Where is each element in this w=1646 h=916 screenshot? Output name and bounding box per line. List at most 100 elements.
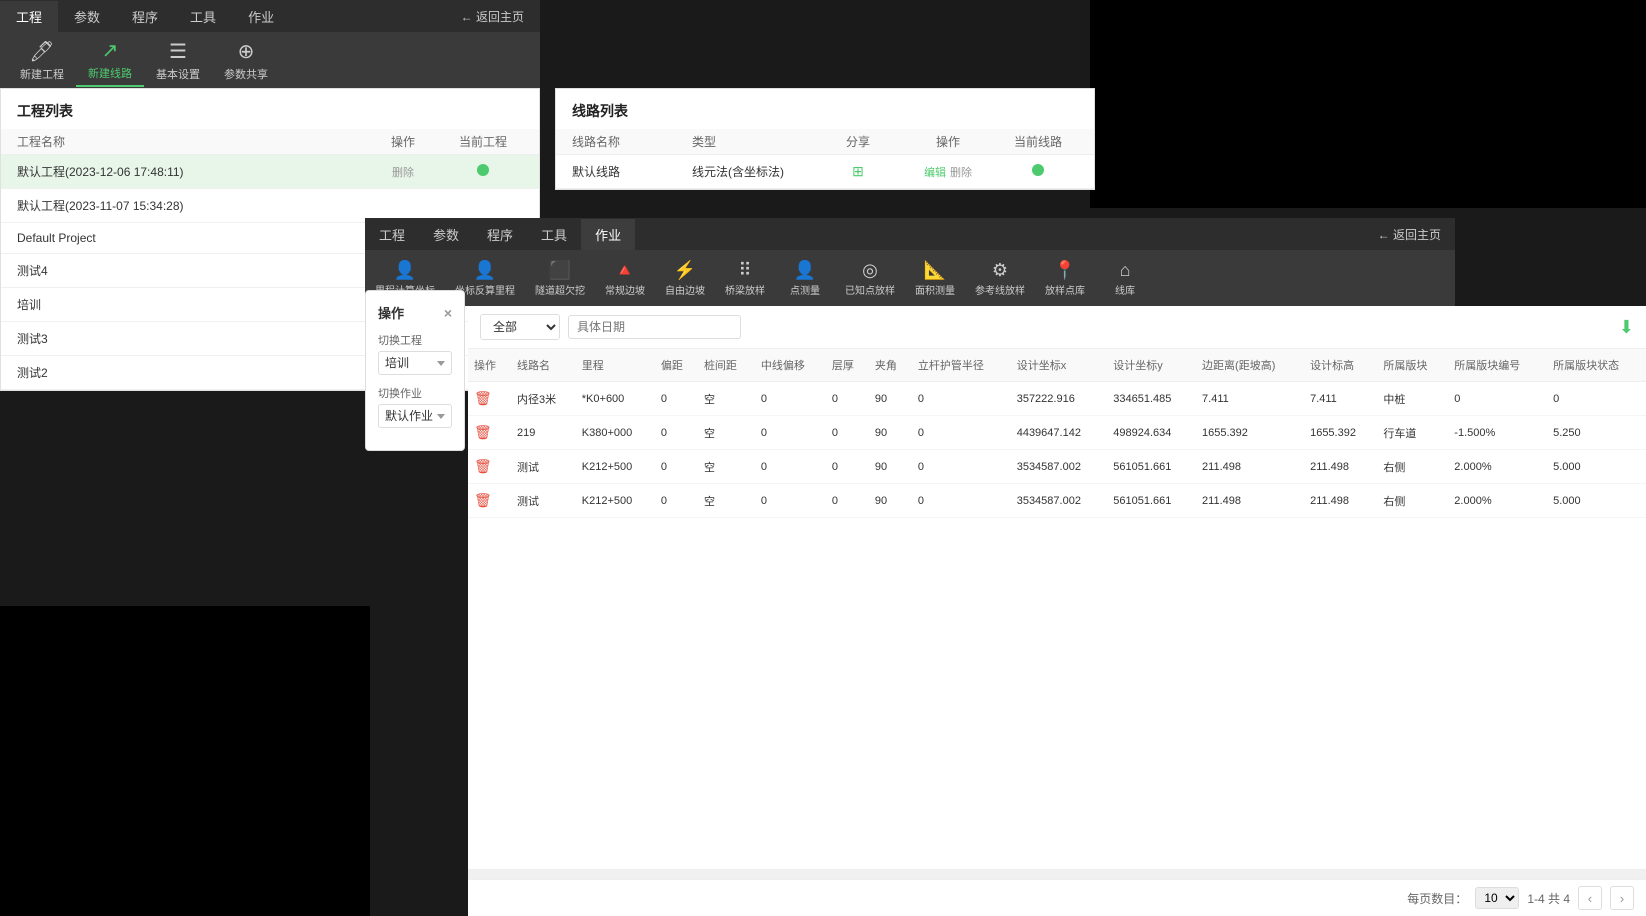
toolbar2-ref-line[interactable]: ⚙ 参考线放样 [965,250,1035,306]
col-design-elev: 设计标高 [1304,349,1377,382]
row-offset: 0 [655,416,698,450]
row-edge-dist: 211.498 [1196,450,1304,484]
filter-select[interactable]: 全部 [480,314,560,340]
route-operations: 编辑 删除 [898,164,998,180]
route-row[interactable]: 默认线路 线元法(含坐标法) ⊞ 编辑 删除 [556,155,1094,189]
row-line-name: 219 [511,416,576,450]
back-button[interactable]: ← 返回主页 [445,8,540,25]
route-col-name: 线路名称 [572,133,692,150]
toolbar2-point-measure[interactable]: 👤 点测量 [775,250,835,306]
horizontal-scrollbar[interactable] [468,869,1646,879]
route-col-share: 分享 [818,133,898,150]
row-edge-dist: 1655.392 [1196,416,1304,450]
route-delete-btn[interactable]: 删除 [950,164,972,180]
page-size-select[interactable]: 10 [1475,887,1519,909]
nav2-tools[interactable]: 工具 [527,219,581,250]
known-point-icon: ◎ [862,260,878,281]
toolbar2-line-lib[interactable]: ⌂ 线库 [1095,250,1155,306]
op-popup-title-bar: 操作 × [378,303,452,322]
op-popup-close-btn[interactable]: × [444,305,452,321]
route-current-indicator [998,164,1078,179]
nav-job[interactable]: 作业 [232,1,290,32]
toolbar2-stakeout-lib-label: 放样点库 [1045,282,1085,297]
toolbar2-tunnel-label: 隧道超欠挖 [535,282,585,297]
toolbar-param-share[interactable]: ⊕ 参数共享 [212,35,280,86]
row-offset: 0 [655,484,698,518]
row-delete-btn[interactable]: 🗑 [468,484,511,518]
row-thickness: 0 [826,416,869,450]
row-angle: 90 [869,450,912,484]
toolbar2-stakeout-lib[interactable]: 📍 放样点库 [1035,250,1095,306]
pagination-info: 1-4 共 4 [1527,890,1570,907]
nav-project[interactable]: 工程 [0,1,58,32]
toolbar2-area-measure[interactable]: 📐 面积测量 [905,250,965,306]
route-share-icon[interactable]: ⊞ [818,163,898,180]
row-offset: 0 [655,382,698,416]
current-route-dot [1032,164,1044,176]
row-delete-btn[interactable]: 🗑 [468,382,511,416]
row-design-x: 3534587.002 [1011,484,1108,518]
project-name: 培训 [17,296,363,313]
row-pile-gap: 空 [698,416,755,450]
basic-settings-icon: ☰ [169,39,187,64]
toolbar-new-route[interactable]: ↗ 新建线路 [76,34,144,87]
nav-params[interactable]: 参数 [58,1,116,32]
op-popup-job-select[interactable]: 默认作业 [378,404,452,428]
toolbar-basic-settings-label: 基本设置 [156,66,200,82]
toolbar-new-project[interactable]: 🖊 新建工程 [8,35,76,86]
toolbar-param-share-label: 参数共享 [224,66,268,82]
nav2-project[interactable]: 工程 [365,219,419,250]
delete-icon[interactable]: 删除 [392,167,414,179]
toolbar-2: 👤 里程计算坐标 👤 坐标反算里程 ⬛ 隧道超欠挖 🔺 常规边坡 ⚡ 自由边坡 … [365,250,1455,306]
project-col-op: 操作 [363,133,443,150]
prev-page-btn[interactable]: ‹ [1578,886,1602,910]
current-project-dot [477,164,489,176]
route-col-op: 操作 [898,133,998,150]
line-lib-icon: ⌂ [1120,260,1131,281]
next-page-btn[interactable]: › [1610,886,1634,910]
project-current-indicator [443,164,523,179]
row-pile-gap: 空 [698,450,755,484]
row-delete-btn[interactable]: 🗑 [468,416,511,450]
row-pole-radius: 0 [912,416,1011,450]
op-popup-project-select[interactable]: 培训 [378,351,452,375]
row-design-y: 561051.661 [1107,484,1196,518]
row-thickness: 0 [826,484,869,518]
project-name: 默认工程(2023-11-07 15:34:28) [17,197,363,214]
project-name: 测试3 [17,330,363,347]
op-popup-project-label: 切换工程 [378,332,452,348]
nav2-params[interactable]: 参数 [419,219,473,250]
nav2-job[interactable]: 作业 [581,219,635,250]
row-mileage: *K0+600 [576,382,655,416]
date-input[interactable] [568,315,741,339]
toolbar2-regular-slope[interactable]: 🔺 常规边坡 [595,250,655,306]
row-line-name: 测试 [511,450,576,484]
project-col-current: 当前工程 [443,133,523,150]
op-popup-project-field: 切换工程 培训 [378,332,452,375]
row-center-offset: 0 [755,484,826,518]
toolbar-new-project-label: 新建工程 [20,66,64,82]
table-toolbar: 全部 ⬇ [468,306,1646,349]
row-pole-radius: 0 [912,484,1011,518]
nav-program[interactable]: 程序 [116,1,174,32]
row-center-offset: 0 [755,416,826,450]
toolbar2-tunnel[interactable]: ⬛ 隧道超欠挖 [525,250,595,306]
toolbar2-known-point-label: 已知点放样 [845,282,895,297]
toolbar2-bridge[interactable]: ⠿ 桥梁放样 [715,250,775,306]
table-footer: 每页数目： 10 1-4 共 4 ‹ › [468,879,1646,916]
project-row[interactable]: 默认工程(2023-12-06 17:48:11) 删除 [1,155,539,189]
project-delete-btn[interactable]: 删除 [363,164,443,180]
row-pile-gap: 空 [698,382,755,416]
row-delete-btn[interactable]: 🗑 [468,450,511,484]
toolbar-basic-settings[interactable]: ☰ 基本设置 [144,35,212,86]
nav2-program[interactable]: 程序 [473,219,527,250]
back-btn-2[interactable]: ← 返回主页 [1364,226,1455,243]
toolbar2-known-point[interactable]: ◎ 已知点放样 [835,250,905,306]
nav-tools[interactable]: 工具 [174,1,232,32]
coord-inverse-icon: 👤 [474,260,496,281]
download-button[interactable]: ⬇ [1619,317,1634,338]
toolbar2-free-slope[interactable]: ⚡ 自由边坡 [655,250,715,306]
row-edge-dist: 211.498 [1196,484,1304,518]
col-block-status: 所属版块状态 [1547,349,1646,382]
route-edit-btn[interactable]: 编辑 [924,164,946,180]
